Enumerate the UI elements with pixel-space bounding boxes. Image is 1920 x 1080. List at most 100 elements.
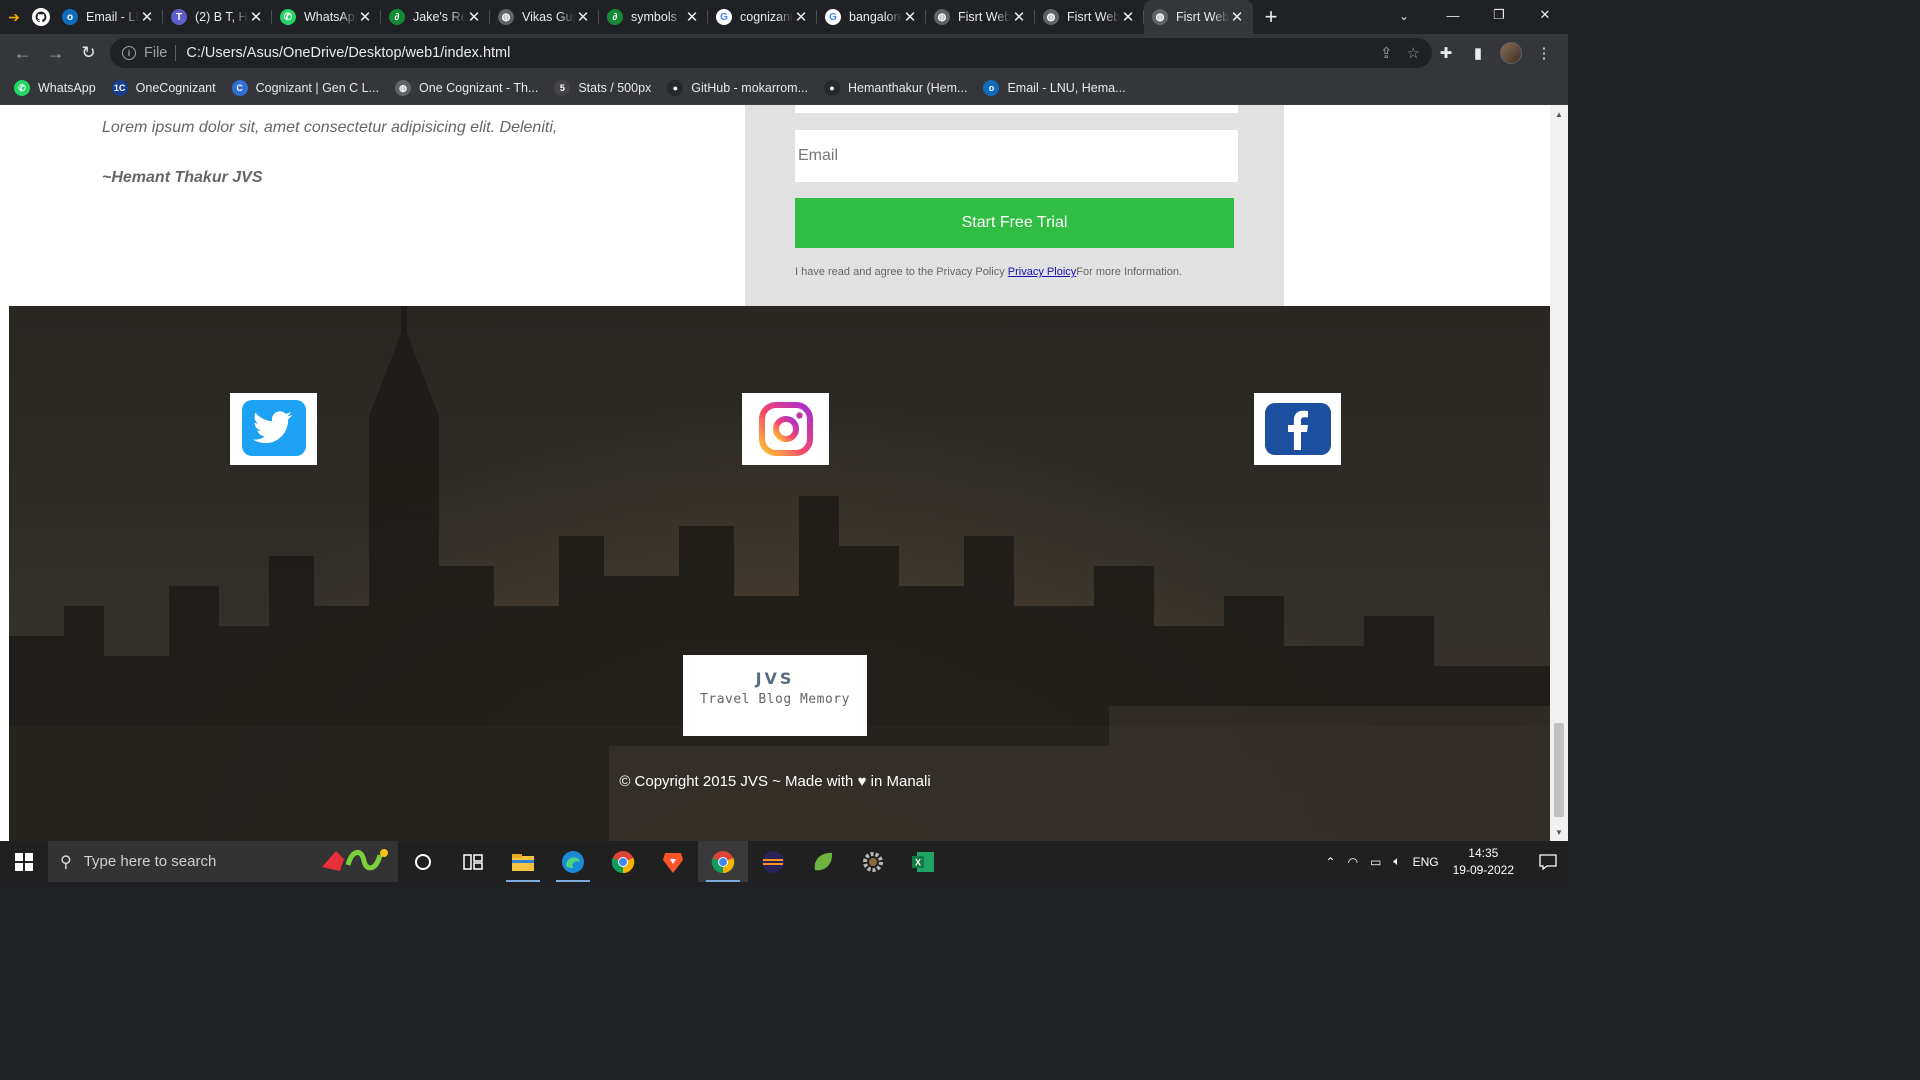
browser-tab[interactable]: ◍ Vikas Gupta✕ [490, 0, 599, 34]
tab-close-icon[interactable]: ✕ [684, 8, 700, 26]
side-panel-icon[interactable]: ▮ [1468, 43, 1488, 63]
browser-tab[interactable]: ◍ Fisrt Web ✕ [926, 0, 1035, 34]
scroll-down-arrow[interactable]: ▼ [1550, 825, 1568, 839]
network-icon[interactable]: ◠ [1348, 855, 1358, 869]
browser-tab[interactable]: ∂ Jake's Resume✕ [381, 0, 490, 34]
tab-close-icon[interactable]: ✕ [575, 8, 591, 26]
tab-close-icon[interactable]: ✕ [793, 8, 809, 26]
volume-icon[interactable]: 🔈︎ [1393, 854, 1400, 869]
tab-close-icon[interactable]: ✕ [1011, 8, 1027, 26]
clock[interactable]: 14:35 19-09-2022 [1453, 845, 1514, 879]
back-button[interactable]: ← [6, 37, 39, 70]
browser-tab[interactable]: Gbangalore ✕ [817, 0, 926, 34]
copyright-text: © Copyright 2015 JVS ~ Made with ♥ in Ma… [619, 773, 931, 790]
bookmark-item[interactable]: o Email - LNU, Hema... [983, 80, 1126, 96]
bookmark-label: One Cognizant - Th... [419, 81, 539, 95]
tab-title: Vikas Gupta [522, 10, 575, 24]
tab-close-icon[interactable]: ✕ [902, 8, 918, 26]
start-button[interactable] [0, 841, 48, 882]
scrollbar-thumb[interactable] [1554, 723, 1564, 817]
browser-tab[interactable]: ✆ WhatsApp ✕ [272, 0, 381, 34]
outlook-icon: o [983, 80, 1000, 96]
edge-icon[interactable] [548, 841, 598, 882]
forward-button[interactable]: → [39, 37, 72, 70]
page-gutter [0, 306, 9, 841]
chrome-icon[interactable] [598, 841, 648, 882]
bookmarks-bar: ✆ WhatsApp 1C OneCognizant C Cognizant | Gen … [0, 72, 1568, 105]
bookmark-label: Email - LNU, Hema... [1007, 81, 1126, 95]
pinned-tab-github[interactable] [28, 0, 54, 34]
bookmark-item[interactable]: ✆ WhatsApp [14, 80, 96, 96]
tab-close-icon[interactable]: ✕ [357, 8, 373, 26]
browser-tab[interactable]: Gcognizant ✕ [708, 0, 817, 34]
jvs-logo[interactable]: JVS Travel Blog Memory [683, 655, 867, 736]
tab-close-icon[interactable]: ✕ [1120, 8, 1136, 26]
profile-avatar[interactable] [1500, 42, 1522, 64]
browser-tab[interactable]: o Email - LNU✕ [54, 0, 163, 34]
tab-group-icon[interactable]: ➔ [0, 0, 28, 34]
scroll-up-arrow[interactable]: ▲ [1550, 107, 1568, 121]
chevron-up-icon[interactable]: ⌃ [1326, 855, 1336, 869]
svg-text:X: X [915, 857, 921, 867]
bookmark-item[interactable]: 1C OneCognizant [111, 80, 216, 96]
url-text[interactable]: C:/Users/Asus/OneDrive/Desktop/web1/inde… [186, 45, 510, 61]
share-icon[interactable]: ⇪ [1380, 44, 1393, 62]
new-tab-button[interactable]: + [1253, 0, 1289, 34]
notifications-icon[interactable] [1528, 853, 1568, 870]
bookmark-star-icon[interactable]: ☆ [1407, 44, 1420, 62]
email-input[interactable] [795, 130, 1238, 182]
eclipse-icon[interactable] [748, 841, 798, 882]
instagram-link[interactable] [742, 393, 829, 465]
tab-close-icon[interactable]: ✕ [248, 8, 264, 26]
browser-tab[interactable]: ∂ symbols ✕ [599, 0, 708, 34]
globe-icon: ◍ [1043, 9, 1059, 25]
browser-tab[interactable]: T (2) B T, Hemanth✕ [163, 0, 272, 34]
tab-close-icon[interactable]: ✕ [466, 8, 482, 26]
cortana-icon[interactable] [398, 841, 448, 882]
tab-title: (2) B T, Hemanth [195, 10, 248, 24]
task-view-icon[interactable] [448, 841, 498, 882]
facebook-link[interactable] [1254, 393, 1341, 465]
bookmark-item[interactable]: ◍ One Cognizant - Th... [395, 80, 538, 96]
privacy-policy-link[interactable]: Privacy Ploicy [1008, 266, 1076, 278]
start-free-trial-button[interactable]: Start Free Trial [795, 198, 1234, 248]
signup-form-panel: Start Free Trial I have read and agree t… [745, 105, 1284, 306]
restore-button[interactable]: ❐ [1476, 0, 1522, 30]
twitter-link[interactable] [230, 393, 317, 465]
previous-input-field[interactable] [795, 105, 1238, 113]
address-bar[interactable]: i File C:/Users/Asus/OneDrive/Desktop/we… [110, 38, 1432, 68]
bookmark-item[interactable]: ● GitHub - mokarrom... [667, 80, 808, 96]
file-explorer-icon[interactable] [498, 841, 548, 882]
tab-close-icon[interactable]: ✕ [1229, 8, 1245, 26]
onecognizant-icon: 1C [111, 80, 128, 96]
close-window-button[interactable]: ✕ [1522, 0, 1568, 30]
brave-icon[interactable] [648, 841, 698, 882]
page-scrollbar[interactable]: ▲ ▼ [1550, 105, 1568, 841]
clock-date: 19-09-2022 [1452, 862, 1514, 877]
twitter-icon [241, 400, 306, 456]
battery-icon[interactable]: ▭ [1370, 855, 1381, 869]
outlook-icon: o [62, 9, 78, 25]
settings-icon[interactable] [848, 841, 898, 882]
bookmark-item[interactable]: C Cognizant | Gen C L... [231, 80, 379, 96]
extensions-icon[interactable]: ✚ [1436, 43, 1456, 63]
spring-icon[interactable] [798, 841, 848, 882]
browser-tab[interactable]: ◍ Fisrt Web ✕ [1144, 0, 1253, 34]
tab-search-icon[interactable]: ⌄ [1392, 0, 1416, 32]
bookmark-item[interactable]: 5 Stats / 500px [554, 80, 651, 96]
minimize-button[interactable]: — [1430, 0, 1476, 30]
info-icon[interactable]: i [122, 46, 136, 60]
reload-button[interactable]: ↻ [72, 37, 105, 70]
browser-tab[interactable]: ◍ Fisrt Web ✕ [1035, 0, 1144, 34]
instagram-icon [758, 402, 813, 456]
chrome-active-icon[interactable] [698, 841, 748, 882]
excel-icon[interactable]: X [898, 841, 948, 882]
taskbar-search[interactable]: ⚲ Type here to search [48, 841, 398, 882]
system-tray: ⌃ ◠ ▭ 🔈︎ ENG 14:35 19-09-2022 [1320, 841, 1569, 882]
facebook-icon [1264, 403, 1331, 455]
language-indicator[interactable]: ENG [1413, 855, 1439, 869]
window-controls: — ❐ ✕ [1430, 0, 1568, 34]
bookmark-item[interactable]: ● Hemanthakur (Hem... [823, 80, 967, 96]
tab-close-icon[interactable]: ✕ [139, 8, 155, 26]
menu-kebab-icon[interactable]: ⋮ [1534, 43, 1554, 63]
